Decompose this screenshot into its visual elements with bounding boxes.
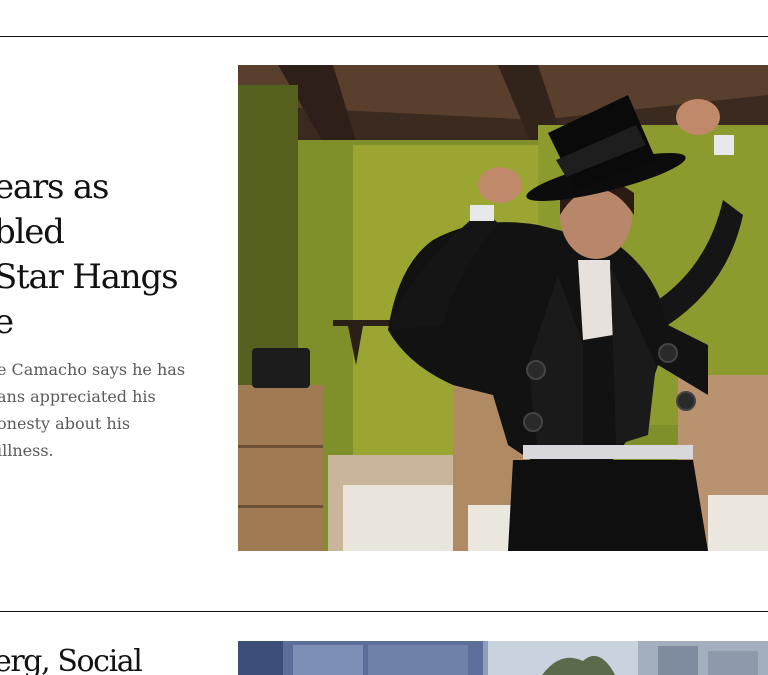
story-card[interactable]: erg, Social bbox=[0, 612, 768, 675]
story-card[interactable]: ears as bled Star Hangs e e Camacho says… bbox=[0, 37, 768, 611]
summary-line: e Camacho says he has bbox=[0, 360, 186, 379]
story-summary: e Camacho says he has ans appreciated hi… bbox=[0, 356, 207, 464]
photo-illustration bbox=[238, 65, 768, 551]
summary-line: onesty about his bbox=[0, 414, 131, 433]
headline-line[interactable]: ears as bbox=[0, 165, 234, 210]
headline-line[interactable]: erg, Social bbox=[0, 639, 234, 675]
summary-line: ans appreciated his bbox=[0, 387, 156, 406]
headline-line[interactable]: Star Hangs bbox=[0, 255, 234, 300]
story-headline[interactable]: erg, Social bbox=[0, 639, 234, 675]
photo-illustration bbox=[238, 641, 768, 675]
summary-line: illness. bbox=[0, 441, 54, 460]
story-photo[interactable] bbox=[238, 641, 768, 675]
story-photo[interactable] bbox=[238, 65, 768, 551]
headline-line[interactable]: bled bbox=[0, 210, 234, 255]
headline-line[interactable]: e bbox=[0, 300, 234, 345]
story-headline[interactable]: ears as bled Star Hangs e bbox=[0, 165, 234, 345]
